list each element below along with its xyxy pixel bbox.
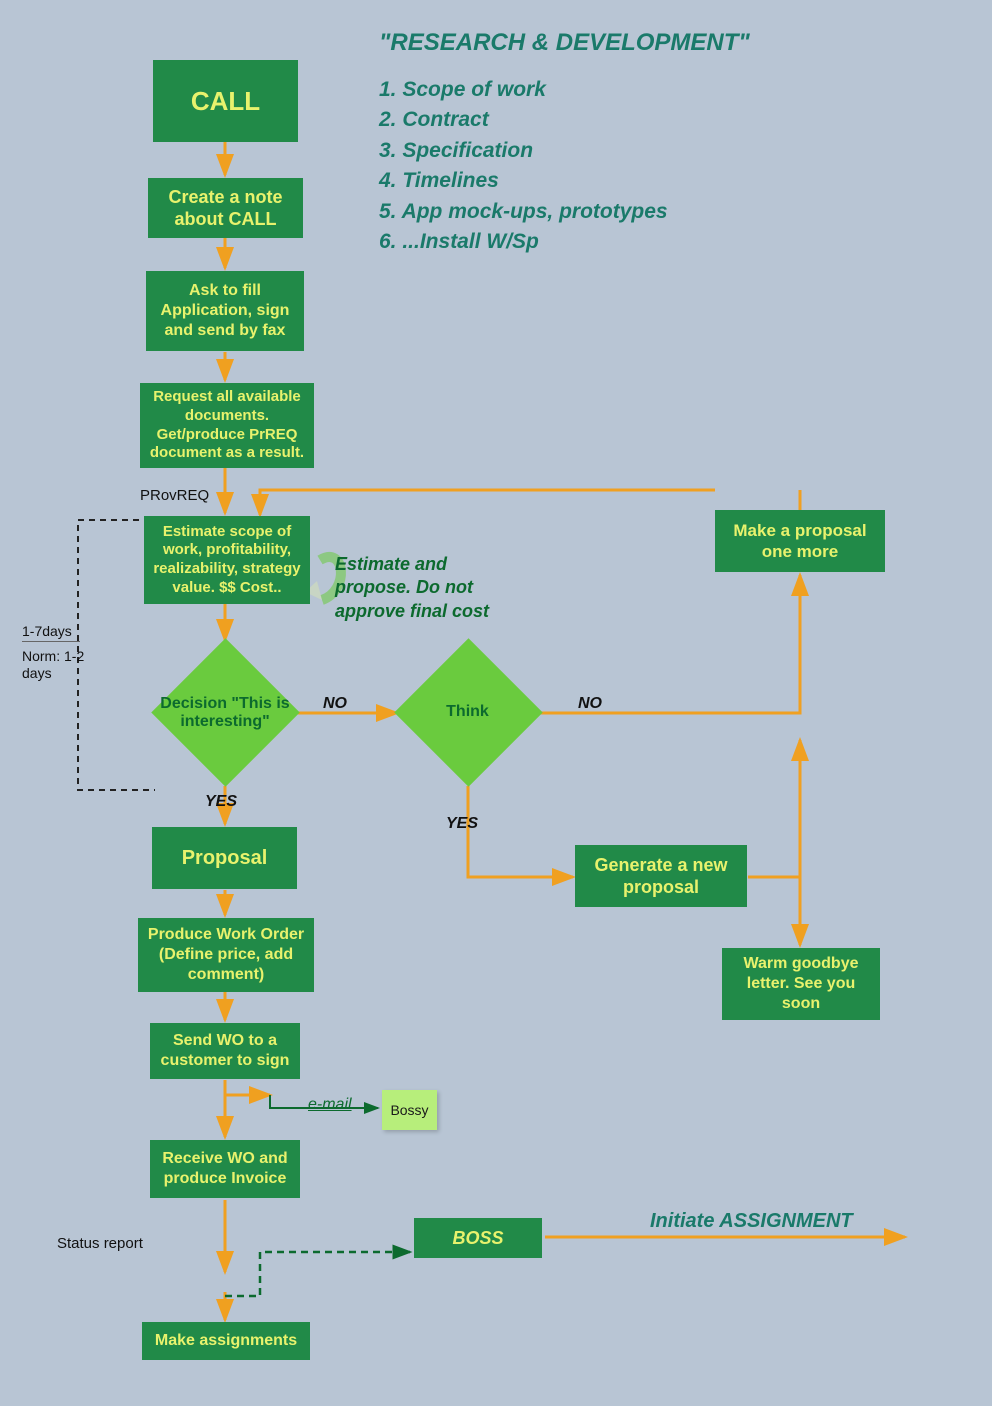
list-item: 6. ...Install W/Sp	[379, 227, 799, 257]
label-status-report: Status report	[57, 1235, 143, 1252]
node-decision-label: Decision "This is interesting"	[160, 680, 290, 745]
node-call: CALL	[153, 60, 298, 142]
label-range-bottom: Norm: 1-2 days	[22, 648, 92, 682]
node-bossy: Bossy	[382, 1090, 437, 1130]
flowchart-canvas: "RESEARCH & DEVELOPMENT" 1. Scope of wor…	[0, 0, 992, 1406]
label-yes-2: YES	[446, 815, 478, 833]
node-think-label: Think	[420, 697, 515, 727]
label-provreq: PRovREQ	[140, 487, 209, 504]
node-send-wo: Send WO to a customer to sign	[150, 1023, 300, 1079]
node-generate-new-proposal: Generate a new proposal	[575, 845, 747, 907]
node-make-proposal-more: Make a proposal one more	[715, 510, 885, 572]
node-warm-goodbye: Warm goodbye letter. See you soon	[722, 948, 880, 1020]
list-item: 4. Timelines	[379, 166, 799, 196]
annot-estimate: Estimate and propose. Do not approve fin…	[335, 553, 505, 623]
node-ask-fill: Ask to fill Application, sign and send b…	[146, 271, 304, 351]
node-make-assignments: Make assignments	[142, 1322, 310, 1360]
list-item: 5. App mock-ups, prototypes	[379, 197, 799, 227]
list-item: 3. Specification	[379, 136, 799, 166]
label-no-1: NO	[323, 695, 347, 713]
list-item: 1. Scope of work	[379, 75, 799, 105]
node-request-docs: Request all available documents. Get/pro…	[140, 383, 314, 468]
label-no-2: NO	[578, 695, 602, 713]
node-proposal: Proposal	[152, 827, 297, 889]
rd-list: 1. Scope of work 2. Contract 3. Specific…	[379, 75, 799, 258]
diagram-title: "RESEARCH & DEVELOPMENT"	[379, 29, 750, 57]
node-estimate: Estimate scope of work, profitability, r…	[144, 516, 310, 604]
label-email: e-mail	[308, 1096, 352, 1114]
node-create-note: Create a note about CALL	[148, 178, 303, 238]
node-produce-wo: Produce Work Order (Define price, add co…	[138, 918, 314, 992]
label-range-top: 1-7days	[22, 623, 80, 642]
node-receive-wo: Receive WO and produce Invoice	[150, 1140, 300, 1198]
list-item: 2. Contract	[379, 105, 799, 135]
node-boss: BOSS	[414, 1218, 542, 1258]
label-yes-1: YES	[205, 793, 237, 811]
label-initiate-assignment: Initiate ASSIGNMENT	[650, 1210, 853, 1233]
